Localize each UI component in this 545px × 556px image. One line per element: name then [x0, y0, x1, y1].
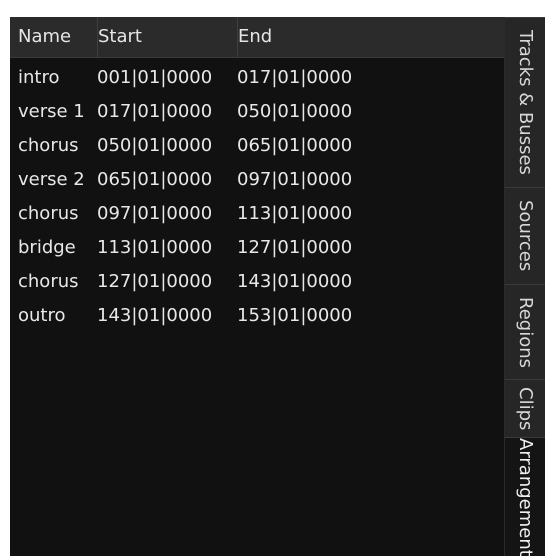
tab-label: Arrangement [515, 437, 536, 556]
editor-sidebar-panel: Name Start End intro 001|01|0000 017|01|… [10, 17, 545, 556]
section-start-cell[interactable]: 143|01|0000 [97, 303, 237, 337]
section-start-cell[interactable]: 097|01|0000 [97, 201, 237, 235]
tab-label: Regions [515, 296, 536, 368]
section-name-cell[interactable]: outro [18, 303, 98, 337]
section-end-cell[interactable]: 153|01|0000 [237, 303, 407, 337]
section-name-cell[interactable]: intro [18, 65, 98, 99]
tab-arrangement[interactable]: Arrangement [505, 437, 545, 556]
section-end-cell[interactable]: 143|01|0000 [237, 269, 407, 303]
section-start-cell[interactable]: 001|01|0000 [97, 65, 237, 99]
table-row[interactable]: chorus 097|01|0000 113|01|0000 [10, 201, 504, 235]
column-header-end[interactable]: End [230, 17, 504, 57]
section-start-cell[interactable]: 065|01|0000 [97, 167, 237, 201]
section-end-cell[interactable]: 097|01|0000 [237, 167, 407, 201]
table-row[interactable]: outro 143|01|0000 153|01|0000 [10, 303, 504, 337]
section-end-cell[interactable]: 113|01|0000 [237, 201, 407, 235]
section-name-cell[interactable]: verse 2 [18, 167, 98, 201]
section-start-cell[interactable]: 127|01|0000 [97, 269, 237, 303]
tab-tracks-busses[interactable]: Tracks & Busses [505, 17, 545, 187]
section-start-cell[interactable]: 113|01|0000 [97, 235, 237, 269]
tab-regions[interactable]: Regions [505, 284, 545, 379]
sidebar-tab-strip: Tracks & Busses Sources Regions Clips Ar… [504, 17, 545, 556]
tab-label: Clips [515, 386, 536, 431]
table-row[interactable]: verse 2 065|01|0000 097|01|0000 [10, 167, 504, 201]
section-name-cell[interactable]: verse 1 [18, 99, 98, 133]
section-name-cell[interactable]: bridge [18, 235, 98, 269]
tab-label: Tracks & Busses [515, 30, 536, 175]
table-row[interactable]: intro 001|01|0000 017|01|0000 [10, 65, 504, 99]
section-start-cell[interactable]: 017|01|0000 [97, 99, 237, 133]
tab-clips[interactable]: Clips [505, 379, 545, 437]
section-end-cell[interactable]: 065|01|0000 [237, 133, 407, 167]
section-name-cell[interactable]: chorus [18, 201, 98, 235]
section-start-cell[interactable]: 050|01|0000 [97, 133, 237, 167]
table-row[interactable]: chorus 127|01|0000 143|01|0000 [10, 269, 504, 303]
section-end-cell[interactable]: 050|01|0000 [237, 99, 407, 133]
table-row[interactable]: bridge 113|01|0000 127|01|0000 [10, 235, 504, 269]
section-end-cell[interactable]: 127|01|0000 [237, 235, 407, 269]
section-rows: intro 001|01|0000 017|01|0000 verse 1 01… [10, 65, 504, 337]
table-header: Name Start End [10, 17, 504, 58]
arrangement-list: Name Start End intro 001|01|0000 017|01|… [10, 17, 504, 556]
tab-sources[interactable]: Sources [505, 187, 545, 284]
table-row[interactable]: verse 1 017|01|0000 050|01|0000 [10, 99, 504, 133]
table-row[interactable]: chorus 050|01|0000 065|01|0000 [10, 133, 504, 167]
section-end-cell[interactable]: 017|01|0000 [237, 65, 407, 99]
section-name-cell[interactable]: chorus [18, 269, 98, 303]
tab-label: Sources [515, 200, 536, 272]
column-divider [10, 17, 238, 57]
section-name-cell[interactable]: chorus [18, 133, 98, 167]
